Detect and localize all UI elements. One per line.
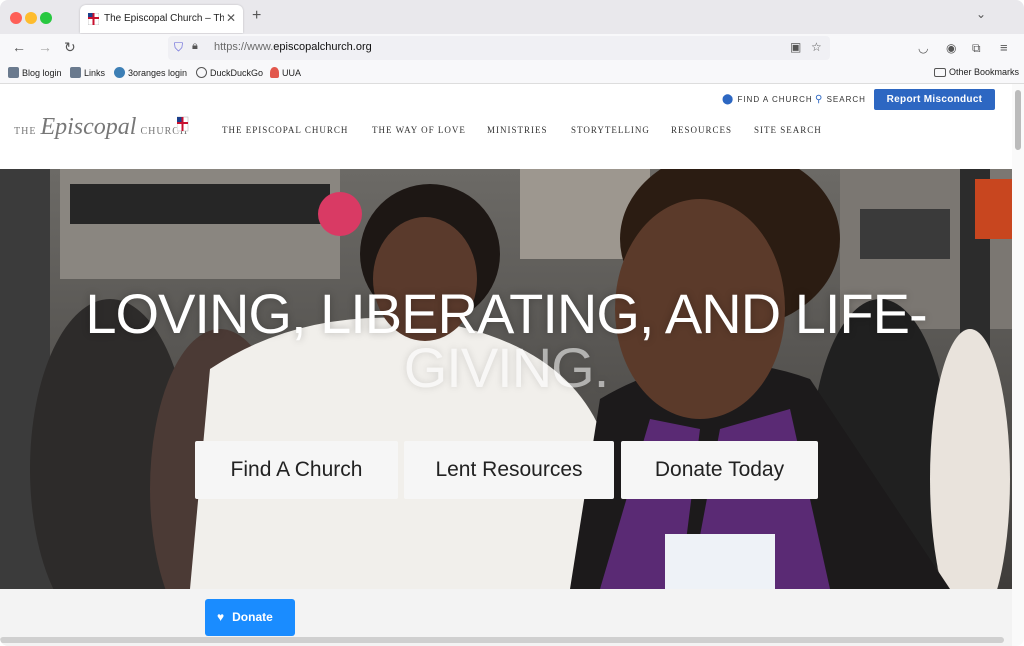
hero-headline: LOVING, LIBERATING, AND LIFE- GIVING. — [0, 282, 1012, 399]
close-window-button[interactable] — [10, 12, 22, 24]
donate-today-button[interactable]: Donate Today — [621, 441, 818, 499]
search-label: SEARCH — [826, 95, 866, 104]
logo-the: THE — [14, 126, 37, 137]
find-a-church-label: FIND A CHURCH — [737, 95, 813, 104]
bookmark-star-icon[interactable]: ☆ — [811, 40, 822, 54]
site-header: THE Episcopal CHURCH ⬤ FIND A CHURCH ⚲ S… — [0, 84, 1012, 169]
tab-list-chevron-icon[interactable]: ⌄ — [976, 7, 986, 21]
reader-view-icon[interactable]: ▣ — [790, 40, 801, 54]
url-prefix: https://www. — [214, 41, 274, 53]
bookmark-uua[interactable]: UUA — [270, 67, 301, 78]
tab-title: The Episcopal Church – The Ep — [104, 13, 224, 24]
zoom-window-button[interactable] — [40, 12, 52, 24]
episcopal-shield-icon — [88, 13, 99, 25]
bookmark-label: 3oranges login — [128, 68, 188, 78]
page-footer-strip: ♥ Donate — [0, 589, 1012, 646]
tab-close-icon[interactable]: ✕ — [226, 11, 236, 25]
web-page: THE Episcopal CHURCH ⬤ FIND A CHURCH ⚲ S… — [0, 84, 1012, 646]
find-a-church-link[interactable]: ⬤ FIND A CHURCH — [722, 94, 813, 105]
browser-window: The Episcopal Church – The Ep ✕ + ⌄ ← → … — [0, 0, 1024, 646]
minimize-window-button[interactable] — [25, 12, 37, 24]
hero-headline-line-2: GIVING. — [403, 336, 610, 399]
episcopal-shield-icon — [177, 116, 189, 132]
nav-site-search[interactable]: SITE SEARCH — [754, 125, 822, 135]
donate-button[interactable]: ♥ Donate — [205, 599, 295, 636]
site-logo[interactable]: THE Episcopal CHURCH — [14, 114, 188, 141]
bookmark-label: Links — [84, 68, 106, 78]
url-domain: episcopalchurch.org — [273, 41, 372, 53]
account-icon[interactable]: ◉ — [946, 41, 956, 55]
other-bookmarks[interactable]: Other Bookmarks — [934, 67, 1019, 77]
search-link[interactable]: ⚲ SEARCH — [815, 94, 866, 105]
donate-label: Donate — [232, 610, 273, 624]
tab-bar: The Episcopal Church – The Ep ✕ + ⌄ — [0, 0, 1024, 34]
bookmark-duckduckgo[interactable]: DuckDuckGo — [196, 67, 263, 78]
vertical-scrollbar[interactable] — [1012, 84, 1024, 646]
menu-icon[interactable]: ≡ — [1000, 40, 1008, 55]
nav-resources[interactable]: RESOURCES — [671, 125, 732, 135]
location-pin-icon: ⬤ — [722, 94, 735, 105]
nav-ministries[interactable]: MINISTRIES — [487, 125, 548, 135]
chalice-icon — [270, 67, 279, 78]
bookmark-links[interactable]: Links — [70, 67, 105, 78]
back-arrow-icon[interactable]: ← — [12, 39, 26, 55]
bookmark-label: Blog login — [22, 68, 62, 78]
search-icon: ⚲ — [815, 94, 824, 105]
tracking-shield-icon[interactable]: ⛉ — [174, 40, 183, 55]
bookmark-label: UUA — [282, 68, 302, 78]
lent-resources-button[interactable]: Lent Resources — [404, 441, 614, 499]
globe-icon — [196, 67, 207, 78]
forward-arrow-icon[interactable]: → — [38, 39, 52, 55]
nav-the-way-of-love[interactable]: THE WAY OF LOVE — [372, 125, 466, 135]
other-bookmarks-label: Other Bookmarks — [949, 67, 1020, 77]
avatar-icon — [70, 67, 81, 78]
bookmark-label: DuckDuckGo — [210, 68, 264, 78]
horizontal-scrollbar[interactable] — [0, 637, 1004, 643]
url-text[interactable]: https://www.episcopalchurch.org — [214, 41, 372, 53]
bookmark-blog-login[interactable]: Blog login — [8, 67, 62, 78]
find-a-church-button[interactable]: Find A Church — [195, 441, 398, 499]
report-misconduct-button[interactable]: Report Misconduct — [874, 89, 995, 110]
extensions-icon[interactable]: ⧉ — [972, 41, 981, 56]
logo-episcopal: Episcopal — [40, 114, 137, 140]
bookmarks-bar: Blog login Links 3oranges login DuckDuck… — [0, 62, 1024, 84]
avatar-icon — [8, 67, 19, 78]
navigation-toolbar: ← → ↻ ⛉ 🔒︎ https://www.episcopalchurch.o… — [0, 34, 1024, 62]
hero-banner: LOVING, LIBERATING, AND LIFE- GIVING. Fi… — [0, 169, 1012, 589]
lock-icon[interactable]: 🔒︎ — [192, 40, 198, 53]
pocket-icon[interactable]: ◡ — [918, 41, 928, 55]
tab-active[interactable]: The Episcopal Church – The Ep ✕ — [80, 5, 243, 33]
scrollbar-thumb[interactable] — [1015, 90, 1021, 150]
reload-icon[interactable]: ↻ — [64, 39, 76, 56]
hero-headline-line-1: LOVING, LIBERATING, AND LIFE- — [85, 282, 927, 345]
nav-storytelling[interactable]: STORYTELLING — [571, 125, 650, 135]
heart-icon: ♥ — [217, 610, 225, 624]
address-bar[interactable]: ⛉ 🔒︎ https://www.episcopalchurch.org ▣ ☆ — [168, 36, 830, 60]
folder-icon — [934, 68, 946, 77]
bookmark-3oranges-login[interactable]: 3oranges login — [114, 67, 187, 78]
new-tab-button[interactable]: + — [252, 7, 261, 25]
nav-the-episcopal-church[interactable]: THE EPISCOPAL CHURCH — [222, 125, 348, 135]
wordpress-icon — [114, 67, 125, 78]
